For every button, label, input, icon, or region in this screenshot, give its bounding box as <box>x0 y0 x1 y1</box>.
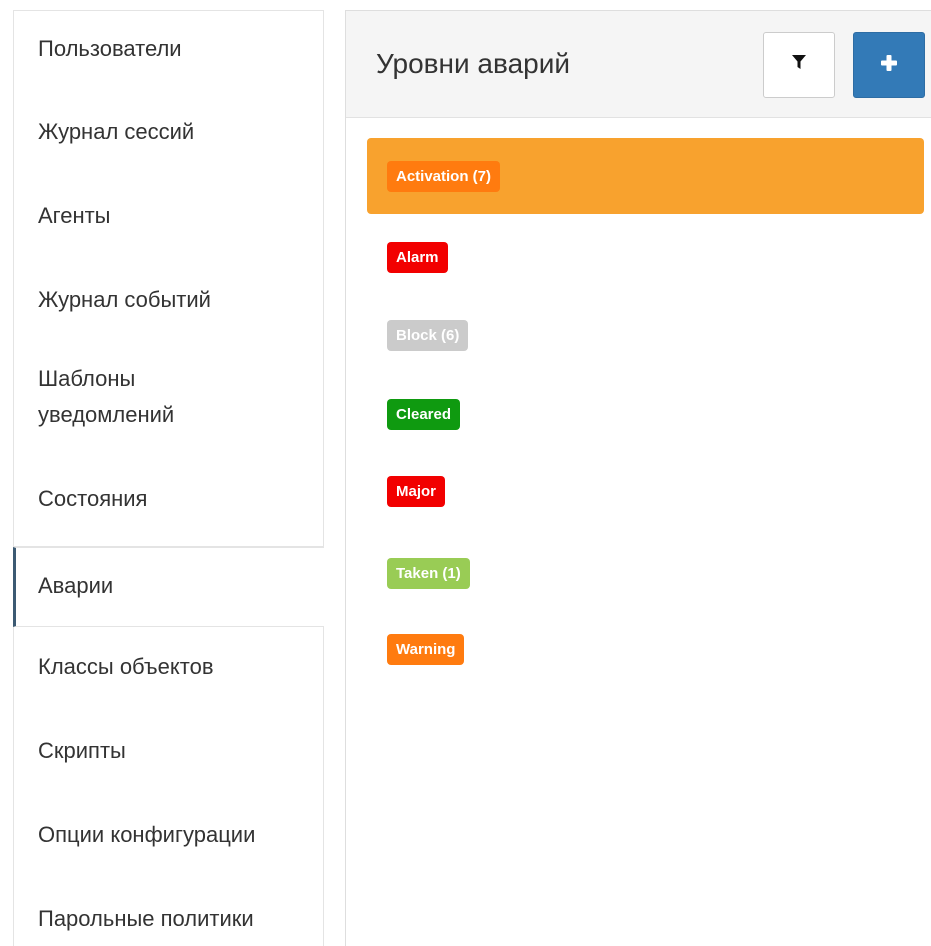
level-badge: Taken (1) <box>387 558 470 589</box>
page-title: Уровни аварий <box>376 48 570 79</box>
level-badge: Major <box>387 476 446 507</box>
level-row-activation[interactable]: Activation (7) <box>367 138 924 214</box>
level-row-block[interactable]: Block (6) <box>367 292 924 368</box>
sidebar-item-label: Пользователи <box>38 36 182 61</box>
sidebar-item-scripts[interactable]: Скрипты <box>13 711 324 795</box>
level-row-warning[interactable]: Warning <box>367 601 924 677</box>
level-row-taken[interactable]: Taken (1) <box>367 524 924 600</box>
sidebar-item-config-options[interactable]: Опции конфигурации <box>13 795 324 879</box>
sidebar-item-label: Состояния <box>38 486 148 511</box>
sidebar-item-label: Журнал событий <box>38 287 211 312</box>
sidebar-item-object-classes[interactable]: Классы объектов <box>13 627 324 711</box>
sidebar-item-label: Журнал сессий <box>38 119 195 144</box>
sidebar-item-event-log[interactable]: Журнал событий <box>13 256 324 340</box>
sidebar-item-label: Агенты <box>38 203 111 228</box>
filter-button[interactable] <box>763 32 835 98</box>
level-row-alarm[interactable]: Alarm <box>367 215 924 291</box>
panel-header: Уровни аварий <box>346 11 931 118</box>
sidebar-item-label: Аварии <box>38 573 114 598</box>
sidebar-item-notification-templates[interactable]: Шаблоны уведомлений <box>13 340 324 460</box>
sidebar-item-alarms[interactable]: Аварии <box>13 547 324 627</box>
sidebar-item-label: Опции конфигурации <box>38 822 256 847</box>
sidebar-item-label: Скрипты <box>38 738 126 763</box>
add-button[interactable] <box>853 32 925 98</box>
sidebar: Пользователи Журнал сессий Агенты Журнал… <box>0 0 324 946</box>
sidebar-item-users[interactable]: Пользователи <box>13 11 324 88</box>
level-badge: Activation (7) <box>387 161 501 192</box>
alarm-levels-panel: Уровни аварий Activation (7) Alarm Block… <box>345 10 931 946</box>
level-badge: Warning <box>387 634 465 665</box>
sidebar-item-label: Классы объектов <box>38 654 214 679</box>
sidebar-item-agents[interactable]: Агенты <box>13 172 324 256</box>
sidebar-item-password-policies[interactable]: Парольные политики <box>13 879 324 946</box>
level-badge: Alarm <box>387 242 448 273</box>
sidebar-item-session-log[interactable]: Журнал сессий <box>13 88 324 172</box>
filter-icon <box>792 55 806 75</box>
level-badge: Block (6) <box>387 320 469 351</box>
sidebar-item-label: Парольные политики <box>38 906 254 931</box>
sidebar-item-label: Шаблоны уведомлений <box>38 366 175 427</box>
level-badge: Cleared <box>387 399 461 430</box>
plus-icon <box>881 54 897 76</box>
level-row-cleared[interactable]: Cleared <box>367 369 924 445</box>
sidebar-item-states[interactable]: Состояния <box>13 460 324 547</box>
level-row-major[interactable]: Major <box>367 447 924 523</box>
